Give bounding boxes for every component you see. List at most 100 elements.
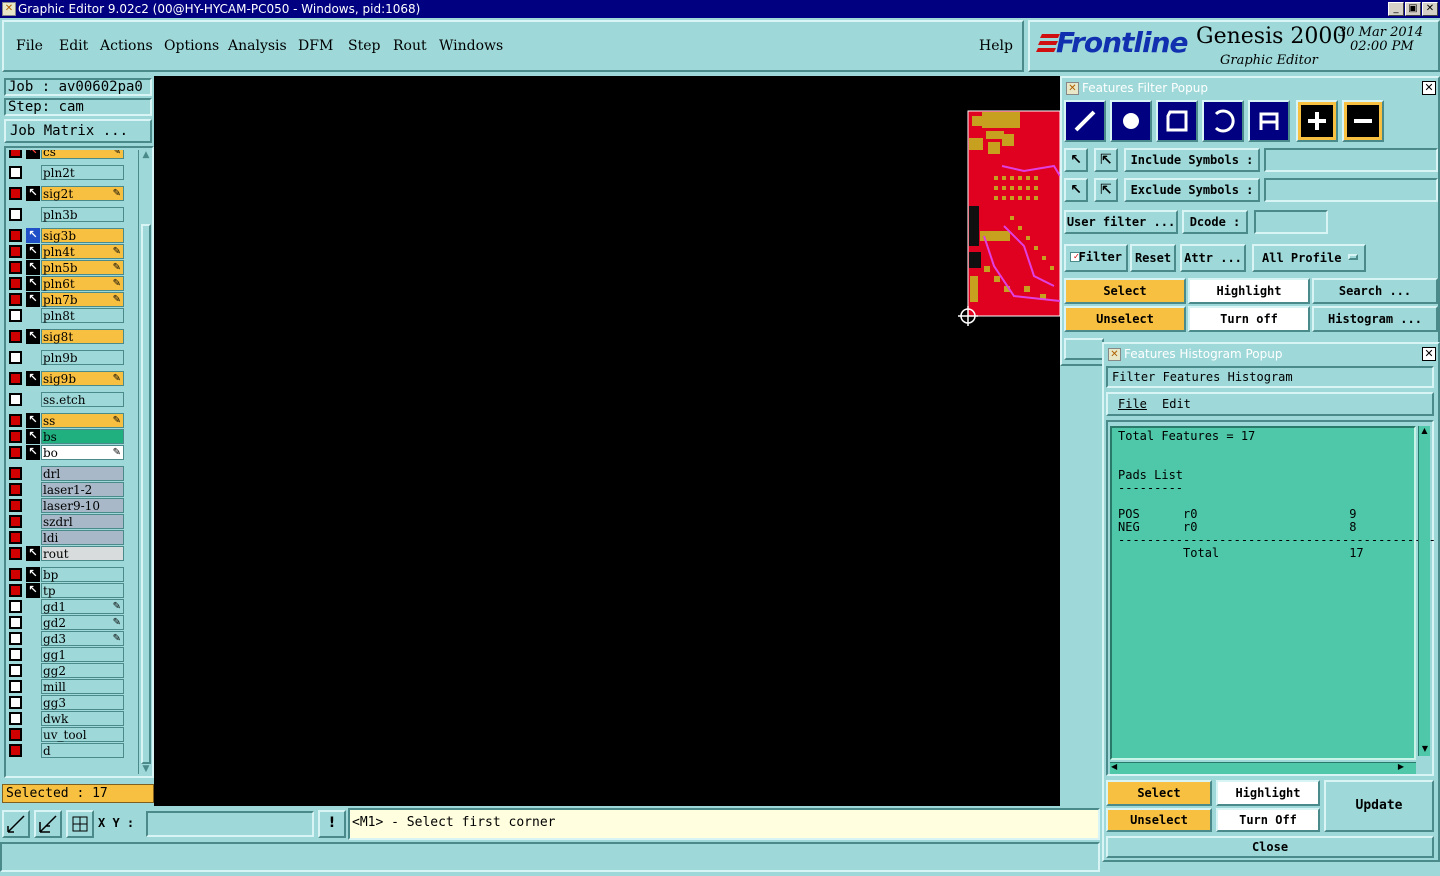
filter-toggle[interactable]: ✓ Filter [1064, 244, 1128, 272]
layer-name[interactable]: gg2 [41, 663, 124, 678]
layer-checkbox[interactable] [9, 245, 22, 258]
layer-affected-arrow-icon[interactable]: ↖ [26, 292, 40, 307]
menu-edit[interactable]: Edit [59, 38, 88, 54]
layer-name[interactable]: gd3 ✎ [41, 631, 124, 646]
layer-affected-arrow-icon[interactable]: ↖ [26, 583, 40, 598]
menu-options[interactable]: Options [164, 38, 219, 54]
layer-row-uv_tool[interactable]: uv_tool [8, 727, 124, 742]
layer-checkbox[interactable] [9, 664, 22, 677]
layer-affected-arrow-icon[interactable]: ↖ [26, 228, 40, 243]
layer-row-drl[interactable]: drl [8, 466, 124, 481]
histogram-highlight-button[interactable]: Highlight [1216, 780, 1320, 806]
layer-row-d[interactable]: d [8, 743, 124, 758]
layer-row-gg1[interactable]: gg1 [8, 647, 124, 662]
layer-checkbox[interactable] [9, 728, 22, 741]
grid-icon[interactable] [66, 810, 94, 838]
layer-name[interactable]: pln5b ✎ [41, 260, 124, 275]
histogram-scroll-left-icon[interactable]: ◀ [1111, 762, 1117, 771]
layer-row-ss[interactable]: ↖ ss ✎ [8, 413, 124, 428]
layer-checkbox[interactable] [9, 293, 22, 306]
include-symbols-button[interactable]: Include Symbols : [1124, 148, 1260, 172]
layer-checkbox[interactable] [9, 499, 22, 512]
layer-row-laser9-10[interactable]: laser9-10 [8, 498, 124, 513]
menu-rout[interactable]: Rout [393, 38, 427, 54]
layer-name[interactable]: sig2t ✎ [41, 186, 124, 201]
layer-row-sig3b[interactable]: ↖ sig3b [8, 228, 124, 243]
histogram-scroll-up-icon[interactable]: ▲ [1419, 426, 1430, 435]
layer-checkbox[interactable] [9, 467, 22, 480]
layer-checkbox[interactable] [9, 330, 22, 343]
layer-affected-arrow-icon[interactable]: ↖ [26, 429, 40, 444]
layer-name[interactable]: ss ✎ [41, 413, 124, 428]
layer-row-gd3[interactable]: gd3 ✎ [8, 631, 124, 646]
layer-name[interactable]: d [41, 743, 124, 758]
layer-affected-arrow-icon[interactable]: ↖ [26, 260, 40, 275]
layer-name[interactable]: pln7b ✎ [41, 292, 124, 307]
job-matrix-button[interactable]: Job Matrix ... [4, 119, 152, 143]
zoom-fit-icon[interactable] [2, 810, 30, 838]
info-icon[interactable]: ! [318, 810, 346, 838]
filter-histogram-button[interactable]: Histogram ... [1312, 306, 1438, 332]
layer-row-sig8t[interactable]: ↖ sig8t [8, 329, 124, 344]
maximize-button[interactable]: ▣ [1405, 2, 1421, 16]
layer-row-sig2t[interactable]: ↖ sig2t ✎ [8, 186, 124, 201]
layer-row-pln4t[interactable]: ↖ pln4t ✎ [8, 244, 124, 259]
layer-checkbox[interactable] [9, 229, 22, 242]
filter-checkbox-icon[interactable]: ✓ [1070, 252, 1080, 262]
reset-button[interactable]: Reset [1130, 244, 1176, 272]
layer-checkbox[interactable] [9, 150, 22, 158]
layer-name[interactable]: ldi [41, 530, 124, 545]
layer-name[interactable]: pln8t [41, 308, 124, 323]
histogram-select-button[interactable]: Select [1106, 780, 1212, 806]
layer-checkbox[interactable] [9, 277, 22, 290]
snap-icon[interactable] [34, 810, 62, 838]
layer-row-rout[interactable]: ↖ rout [8, 546, 124, 561]
layer-checkbox[interactable] [9, 208, 22, 221]
layer-row-cs[interactable]: ↖ cs ✎ [8, 150, 124, 159]
layer-checkbox[interactable] [9, 309, 22, 322]
exclude-pick-icon[interactable]: ↖ [1064, 178, 1088, 202]
layer-name[interactable]: cs ✎ [41, 150, 124, 159]
layer-checkbox[interactable] [9, 515, 22, 528]
layer-checkbox[interactable] [9, 531, 22, 544]
scroll-thumb[interactable] [141, 224, 151, 764]
layer-affected-arrow-icon[interactable]: ↖ [26, 413, 40, 428]
layer-affected-arrow-icon[interactable]: ↖ [26, 546, 40, 561]
histogram-menu-edit[interactable]: Edit [1162, 397, 1191, 411]
histogram-turn-off-button[interactable]: Turn Off [1216, 808, 1320, 832]
filter-unselect-button[interactable]: Unselect [1064, 306, 1186, 332]
layer-checkbox[interactable] [9, 446, 22, 459]
line-feature-icon[interactable] [1064, 100, 1106, 142]
layer-row-gd2[interactable]: gd2 ✎ [8, 615, 124, 630]
layer-row-pln2t[interactable]: pln2t [8, 165, 124, 180]
histogram-unselect-button[interactable]: Unselect [1106, 808, 1212, 832]
filter-popup-close-icon[interactable]: ✕ [1422, 81, 1436, 95]
layer-row-pln5b[interactable]: ↖ pln5b ✎ [8, 260, 124, 275]
layer-checkbox[interactable] [9, 616, 22, 629]
layer-row-bs[interactable]: ↖ bs [8, 429, 124, 444]
layer-list-scrollbar[interactable]: ▲ ▼ [138, 150, 152, 774]
dcode-input[interactable] [1254, 210, 1328, 234]
arc-feature-icon[interactable] [1202, 100, 1244, 142]
layer-checkbox[interactable] [9, 547, 22, 560]
layer-checkbox[interactable] [9, 632, 22, 645]
layer-checkbox[interactable] [9, 187, 22, 200]
layer-name[interactable]: tp [41, 583, 124, 598]
histogram-scroll-down-icon[interactable]: ▼ [1419, 744, 1431, 753]
layer-row-laser1-2[interactable]: laser1-2 [8, 482, 124, 497]
menu-actions[interactable]: Actions [100, 38, 153, 54]
menu-analysis[interactable]: Analysis [228, 38, 287, 54]
text-feature-icon[interactable] [1248, 100, 1290, 142]
layer-name[interactable]: sig8t [41, 329, 124, 344]
scroll-down-icon[interactable]: ▼ [140, 764, 152, 774]
histogram-hscrollbar[interactable]: ◀ ▶ [1110, 762, 1416, 774]
user-filter-button[interactable]: User filter ... [1064, 210, 1178, 234]
layer-row-pln9b[interactable]: pln9b [8, 350, 124, 365]
layer-checkbox[interactable] [9, 483, 22, 496]
layer-row-ldi[interactable]: ldi [8, 530, 124, 545]
layer-row-bo[interactable]: ↖ bo ✎ [8, 445, 124, 460]
layer-checkbox[interactable] [9, 372, 22, 385]
histogram-update-button[interactable]: Update [1324, 780, 1434, 832]
layer-row-sig9b[interactable]: ↖ sig9b ✎ [8, 371, 124, 386]
layer-checkbox[interactable] [9, 430, 22, 443]
